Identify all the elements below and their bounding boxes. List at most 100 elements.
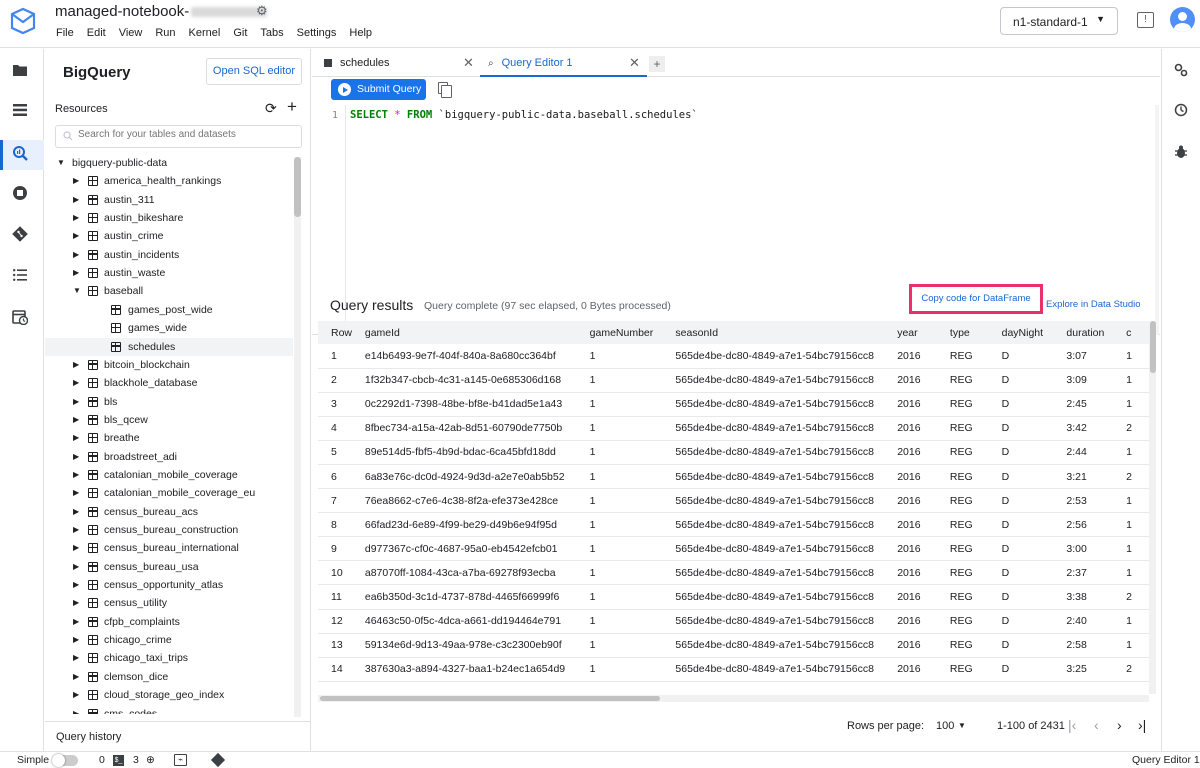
column-header-type[interactable]: type [949, 321, 1002, 344]
new-tab-add-icon[interactable]: + [649, 56, 665, 72]
tree-dataset[interactable]: ▶ chicago_taxi_trips [45, 649, 293, 667]
expand-arrow-right-icon[interactable]: ▶ [73, 539, 79, 557]
expand-arrow-right-icon[interactable]: ▶ [73, 448, 79, 466]
table-row[interactable]: 13 59134e6d-9d13-49aa-978e-c3c2300eb90f 1 5… [318, 633, 1156, 658]
tree-dataset[interactable]: ▶ census_bureau_acs [45, 503, 293, 521]
menu-tabs[interactable]: Tabs [260, 27, 283, 39]
git-icon[interactable] [10, 224, 30, 244]
expand-arrow-right-icon[interactable]: ▶ [73, 209, 79, 227]
column-header-year[interactable]: year [897, 321, 950, 344]
previous-page-icon[interactable]: ‹ [1094, 717, 1099, 733]
close-icon[interactable]: ✕ [629, 49, 640, 77]
tree-dataset[interactable]: ▶ cfpb_complaints [45, 613, 293, 631]
scheduled-executions-icon[interactable] [10, 307, 30, 327]
tree-dataset[interactable]: ▶ bls_qcew [45, 411, 293, 429]
menu-run[interactable]: Run [155, 27, 175, 39]
table-row[interactable]: 1 e14b6493-9e7f-404f-840a-8a680cc364bf 1 56… [318, 344, 1156, 369]
expand-arrow-right-icon[interactable]: ▶ [73, 558, 79, 576]
list-icon[interactable] [10, 265, 30, 285]
table-row[interactable]: 6 6a83e76c-dc0d-4924-9d3d-a2e7e0ab5b52 1 56… [318, 464, 1156, 490]
tree-dataset[interactable]: ▶ cloud_storage_geo_index [45, 686, 293, 704]
expand-arrow-right-icon[interactable]: ▶ [73, 484, 79, 502]
menu-view[interactable]: View [119, 27, 143, 39]
running-kernels-icon[interactable] [10, 183, 30, 203]
globe-icon[interactable]: ⊕ [146, 754, 155, 766]
resource-search-input[interactable] [78, 129, 298, 140]
property-inspector-gears-icon[interactable] [1174, 63, 1188, 77]
vertical-scrollbar-thumb[interactable] [1150, 321, 1156, 373]
column-header-seasonid[interactable]: seasonId [675, 321, 898, 344]
tree-dataset[interactable]: ▶ chicago_crime [45, 631, 293, 649]
open-sql-editor-button[interactable]: Open SQL editor [206, 58, 302, 85]
tree-table[interactable]: games_wide [45, 319, 293, 337]
tree-dataset[interactable]: ▶ america_health_rankings [45, 172, 293, 190]
expand-arrow-right-icon[interactable]: ▶ [73, 705, 79, 715]
tab-schedules[interactable]: schedules ✕ [312, 49, 477, 77]
tree-dataset[interactable]: ▶ catalonian_mobile_coverage [45, 466, 293, 484]
tree-dataset[interactable]: ▶ austin_311 [45, 191, 293, 209]
tree-dataset-expanded[interactable]: ▼ baseball [45, 282, 293, 300]
tree-table[interactable]: games_post_wide [45, 301, 293, 319]
tree-dataset[interactable]: ▶ bitcoin_blockchain [45, 356, 293, 374]
column-header-duration[interactable]: duration [1066, 321, 1127, 344]
menu-help[interactable]: Help [349, 27, 372, 39]
tree-dataset[interactable]: ▶ austin_bikeshare [45, 209, 293, 227]
rows-per-page-select[interactable]: 100 [936, 720, 954, 732]
expand-arrow-right-icon[interactable]: ▶ [73, 246, 79, 264]
copy-icon[interactable] [438, 82, 452, 98]
resource-search-box[interactable] [55, 125, 302, 148]
tree-table[interactable]: schedules [45, 337, 293, 356]
results-vertical-scrollbar[interactable] [1149, 321, 1156, 694]
tree-dataset[interactable]: ▶ census_bureau_international [45, 539, 293, 557]
table-row[interactable]: 2 1f32b347-cbcb-4c31-a145-0e685306d168 1 56… [318, 368, 1156, 393]
tree-dataset[interactable]: ▶ census_utility [45, 594, 293, 612]
table-row[interactable]: 9 d977367c-cf0c-4687-95a0-eb4542efcb01 1 56… [318, 536, 1156, 562]
feedback-icon[interactable]: ! [1137, 12, 1154, 28]
tree-dataset[interactable]: ▶ census_bureau_construction [45, 521, 293, 539]
table-of-contents-icon[interactable] [10, 100, 30, 120]
notebook-settings-gear-icon[interactable]: ⚙ [256, 3, 268, 19]
table-row[interactable]: 8 66fad23d-6e89-4f99-be29-d49b6e94f95d 1 56… [318, 512, 1156, 538]
tree-dataset[interactable]: ▶ bls [45, 393, 293, 411]
expand-arrow-right-icon[interactable]: ▶ [73, 393, 79, 411]
explore-in-data-studio-link[interactable]: Explore in Data Studio [1046, 299, 1141, 310]
expand-arrow-right-icon[interactable]: ▶ [73, 594, 79, 612]
expand-arrow-right-icon[interactable]: ▶ [73, 576, 79, 594]
expand-arrow-right-icon[interactable]: ▶ [73, 374, 79, 392]
menu-edit[interactable]: Edit [87, 27, 106, 39]
history-icon[interactable] [1174, 103, 1188, 117]
refresh-icon[interactable]: ⟳ [265, 100, 277, 117]
tree-project[interactable]: ▼ bigquery-public-data [45, 154, 293, 172]
folder-icon[interactable] [10, 60, 30, 80]
tree-dataset[interactable]: ▶ catalonian_mobile_coverage_eu [45, 484, 293, 502]
table-row[interactable]: 14 387630a3-a894-4327-baa1-b24ec1a654d9 1 5… [318, 657, 1156, 682]
table-row[interactable]: 3 0c2292d1-7398-48be-bf8e-b41dad5e1a43 1 56… [318, 392, 1156, 417]
expand-arrow-right-icon[interactable]: ▶ [73, 686, 79, 704]
column-header-daynight[interactable]: dayNight [1001, 321, 1067, 344]
horizontal-scrollbar-thumb[interactable] [320, 696, 660, 701]
expand-arrow-down-icon[interactable]: ▼ [73, 282, 81, 300]
expand-arrow-right-icon[interactable]: ▶ [73, 668, 79, 686]
expand-arrow-right-icon[interactable]: ▶ [73, 356, 79, 374]
tree-dataset[interactable]: ▶ austin_incidents [45, 246, 293, 264]
tree-dataset[interactable]: ▶ cms_codes [45, 705, 293, 715]
simple-mode-toggle[interactable] [52, 754, 78, 767]
last-page-icon[interactable]: ›| [1138, 717, 1146, 733]
sql-code[interactable]: SELECT * FROM `bigquery-public-data.base… [350, 109, 698, 121]
menu-git[interactable]: Git [233, 27, 247, 39]
menu-settings[interactable]: Settings [297, 27, 337, 39]
first-page-icon[interactable]: |‹ [1068, 717, 1076, 733]
menu-file[interactable]: File [56, 27, 74, 39]
next-page-icon[interactable]: › [1117, 717, 1122, 733]
submit-query-button[interactable]: Submit Query [331, 79, 426, 100]
table-row[interactable]: 5 89e514d5-fbf5-4b9d-bdac-6ca45bfd18dd 1 56… [318, 440, 1156, 465]
tree-dataset[interactable]: ▶ austin_crime [45, 227, 293, 245]
column-header-row[interactable]: Row [318, 321, 365, 344]
tree-dataset[interactable]: ▶ census_opportunity_atlas [45, 576, 293, 594]
query-history-section[interactable]: Query history [45, 721, 311, 751]
expand-arrow-right-icon[interactable]: ▶ [73, 613, 79, 631]
column-header-gameid[interactable]: gameId [364, 321, 590, 344]
avatar[interactable] [1170, 7, 1195, 32]
terminal-icon[interactable]: $_ [113, 755, 124, 766]
notebook-title[interactable]: managed-notebook- [55, 3, 268, 20]
